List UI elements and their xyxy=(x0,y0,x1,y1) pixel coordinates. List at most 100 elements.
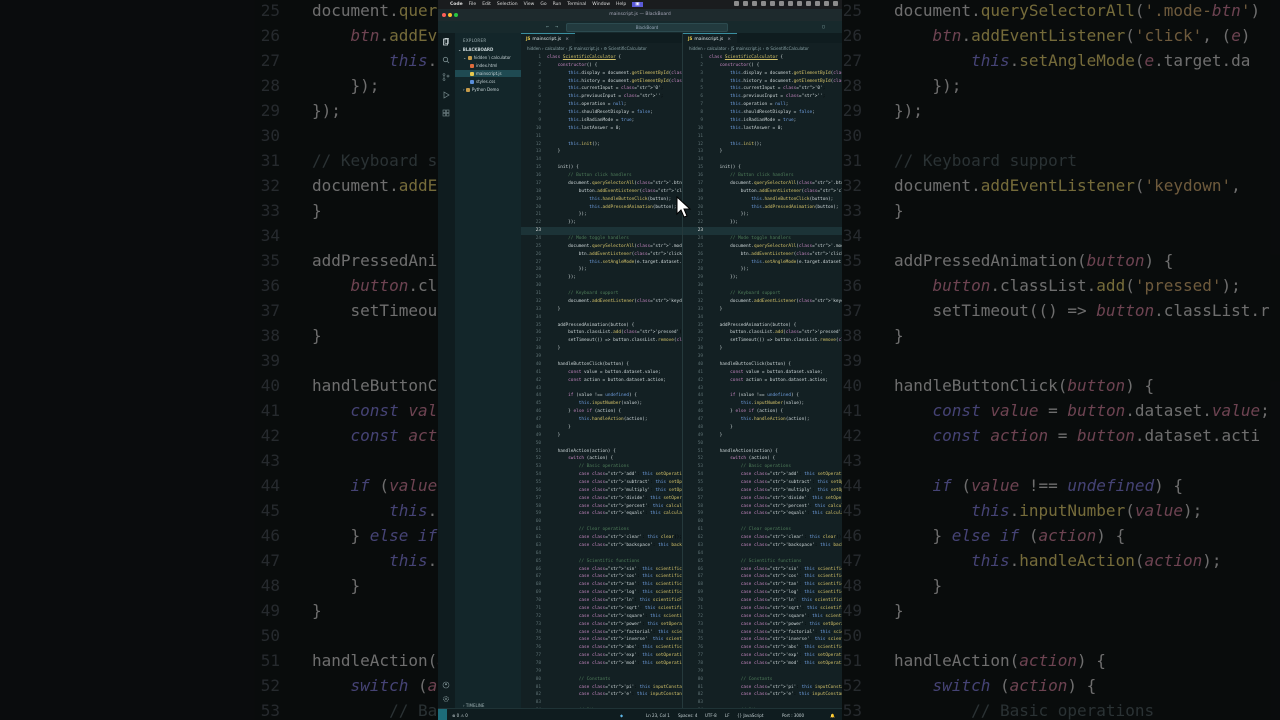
code-line[interactable]: 26 btn.addEventListener(class="str">'cli… xyxy=(683,251,842,259)
code-line[interactable]: 73 case class="str">'power': this.setOpe… xyxy=(683,621,842,629)
minimize-window-button[interactable] xyxy=(448,13,452,17)
code-line[interactable]: 33 } xyxy=(683,306,842,314)
code-line[interactable]: 75 case class="str">'inverse': this.scie… xyxy=(683,636,842,644)
command-center-search[interactable]: BlackBoard xyxy=(566,23,728,32)
code-line[interactable]: 70 case class="str">'ln': this.scientifi… xyxy=(683,597,842,605)
code-line[interactable]: 81 case class="str">'pi': this.inputCons… xyxy=(683,684,842,692)
code-line[interactable]: 23 xyxy=(683,227,842,235)
back-arrow-icon[interactable]: ← xyxy=(546,24,549,30)
code-line[interactable]: 12 this.init(); xyxy=(683,141,842,149)
code-line[interactable]: 24 // Mode toggle handlers xyxy=(683,235,842,243)
code-line[interactable]: 60 xyxy=(683,518,842,526)
code-line[interactable]: 61 // Clear operations xyxy=(683,526,842,534)
code-line[interactable]: 48 } xyxy=(521,424,682,432)
code-line[interactable]: 69 case class="str">'log': this.scientif… xyxy=(683,589,842,597)
code-line[interactable]: 28 }); xyxy=(683,266,842,274)
menu-edit[interactable]: Edit xyxy=(482,2,491,7)
code-line[interactable]: 42 const action = button.dataset.action; xyxy=(683,377,842,385)
menu-go[interactable]: Go xyxy=(540,2,546,7)
code-line[interactable]: 1 class ScientificCalculator { xyxy=(683,54,842,62)
code-line[interactable]: 36 button.classList.add(class="str">'pre… xyxy=(683,329,842,337)
code-line[interactable]: 58 case class="str">'percent': this.calc… xyxy=(683,503,842,511)
code-line[interactable]: 79 xyxy=(521,668,682,676)
code-line[interactable]: 15 init() { xyxy=(683,164,842,172)
code-line[interactable]: 49 } xyxy=(683,432,842,440)
code-line[interactable]: 17 document.querySelectorAll(class="str"… xyxy=(683,180,842,188)
code-line[interactable]: 13 } xyxy=(521,148,682,156)
code-line[interactable]: 76 case class="str">'abs': this.scientif… xyxy=(683,644,842,652)
menu-app[interactable]: Code xyxy=(450,2,463,7)
code-line[interactable]: 58 case class="str">'percent': this.calc… xyxy=(521,503,682,511)
code-line[interactable]: 67 case class="str">'cos': this.scientif… xyxy=(521,573,682,581)
code-line[interactable]: 3 this.display = document.getElementById… xyxy=(521,70,682,78)
tree-folder-calculator[interactable]: ⌄ hidden \ calculator xyxy=(463,54,511,61)
code-line[interactable]: 52 switch (action) { xyxy=(683,455,842,463)
status-icon[interactable] xyxy=(752,1,757,6)
code-line[interactable]: 9 this.isRadianMode = true; xyxy=(521,117,682,125)
code-line[interactable]: 12 this.init(); xyxy=(521,141,682,149)
code-line[interactable]: 41 const value = button.dataset.value; xyxy=(683,369,842,377)
code-line[interactable]: 44 if (value !== undefined) { xyxy=(521,392,682,400)
code-line[interactable]: 83 xyxy=(521,699,682,707)
code-line[interactable]: 31 // Keyboard support xyxy=(521,290,682,298)
status-icon[interactable] xyxy=(824,1,829,6)
code-line[interactable]: 52 switch (action) { xyxy=(521,455,682,463)
code-line[interactable]: 27 this.setAngleMode(e.target.dataset.mo… xyxy=(521,259,682,267)
code-line[interactable]: 49 } xyxy=(521,432,682,440)
language-mode[interactable]: {} JavaScript xyxy=(737,713,763,718)
code-line[interactable]: 80 // Constants xyxy=(521,676,682,684)
code-line[interactable]: 25 document.querySelectorAll(class="str"… xyxy=(683,243,842,251)
code-line[interactable]: 22 }); xyxy=(683,219,842,227)
code-line[interactable]: 72 case class="str">'square': this.scien… xyxy=(683,613,842,621)
code-line[interactable]: 10 this.lastAnswer = 0; xyxy=(521,125,682,133)
code-line[interactable]: 57 case class="str">'divide': this.setOp… xyxy=(683,495,842,503)
code-line[interactable]: 64 xyxy=(683,550,842,558)
code-line[interactable]: 6 this.previousInput = class="str">''; xyxy=(683,93,842,101)
code-line[interactable]: 63 case class="str">'backspace': this.ba… xyxy=(683,542,842,550)
code-line[interactable]: 16 // Button click handlers xyxy=(521,172,682,180)
code-line[interactable]: 18 button.addEventListener(class="str">'… xyxy=(683,188,842,196)
code-line[interactable]: 8 this.shouldResetDisplay = false; xyxy=(521,109,682,117)
code-line[interactable]: 46 } else if (action) { xyxy=(683,408,842,416)
bell-icon[interactable]: ◆ xyxy=(620,713,623,718)
code-line[interactable]: 55 case class="str">'subtract': this.set… xyxy=(683,479,842,487)
code-line[interactable]: 29 }); xyxy=(521,274,682,282)
code-line[interactable]: 55 case class="str">'subtract': this.set… xyxy=(521,479,682,487)
code-line[interactable]: 20 this.addPressedAnimation(button); xyxy=(521,204,682,212)
status-icon[interactable] xyxy=(734,1,739,6)
code-line[interactable]: 75 case class="str">'inverse': this.scie… xyxy=(521,636,682,644)
code-line[interactable]: 25 document.querySelectorAll(class="str"… xyxy=(521,243,682,251)
status-icon[interactable] xyxy=(806,1,811,6)
code-line[interactable]: 74 case class="str">'factorial': this.sc… xyxy=(683,629,842,637)
code-line[interactable]: 39 xyxy=(521,353,682,361)
status-icon[interactable] xyxy=(797,1,802,6)
code-line[interactable]: 34 xyxy=(683,314,842,322)
code-line[interactable]: 17 document.querySelectorAll(class="str"… xyxy=(521,180,682,188)
tree-folder-python-demo[interactable]: › Python Demo xyxy=(463,86,499,93)
code-line[interactable]: 47 this.handleAction(action); xyxy=(521,416,682,424)
code-line[interactable]: 8 this.shouldResetDisplay = false; xyxy=(683,109,842,117)
code-line[interactable]: 62 case class="str">'clear': this.clear(… xyxy=(683,534,842,542)
code-line[interactable]: 63 case class="str">'backspace': this.ba… xyxy=(521,542,682,550)
code-line[interactable]: 40 handleButtonClick(button) { xyxy=(521,361,682,369)
code-line[interactable]: 21 }); xyxy=(683,211,842,219)
notifications-icon[interactable]: 🔔 xyxy=(830,713,835,718)
cursor-position[interactable]: Ln 23, Col 1 xyxy=(646,713,670,718)
indent-setting[interactable]: Spaces: 4 xyxy=(678,713,697,718)
extensions-icon[interactable] xyxy=(442,109,450,117)
code-line[interactable]: 37 setTimeout(() => button.classList.rem… xyxy=(683,337,842,345)
code-line[interactable]: 15 init() { xyxy=(521,164,682,172)
code-line[interactable]: 47 this.handleAction(action); xyxy=(683,416,842,424)
close-tab-icon[interactable]: × xyxy=(727,37,731,42)
layout-toggle-icon[interactable]: ▢ xyxy=(822,24,825,30)
code-line[interactable]: 77 case class="str">'exp': this.setOpera… xyxy=(683,652,842,660)
code-line[interactable]: 38 } xyxy=(683,345,842,353)
menu-window[interactable]: Window xyxy=(592,2,610,7)
code-line[interactable]: 10 this.lastAnswer = 0; xyxy=(683,125,842,133)
code-line[interactable]: 67 case class="str">'cos': this.scientif… xyxy=(683,573,842,581)
tree-file-index-html[interactable]: index.html xyxy=(470,62,497,69)
menu-selection[interactable]: Selection xyxy=(497,2,518,7)
status-icon[interactable] xyxy=(761,1,766,6)
code-line[interactable]: 18 button.addEventListener(class="str">'… xyxy=(521,188,682,196)
code-line[interactable]: 32 document.addEventListener(class="str"… xyxy=(521,298,682,306)
